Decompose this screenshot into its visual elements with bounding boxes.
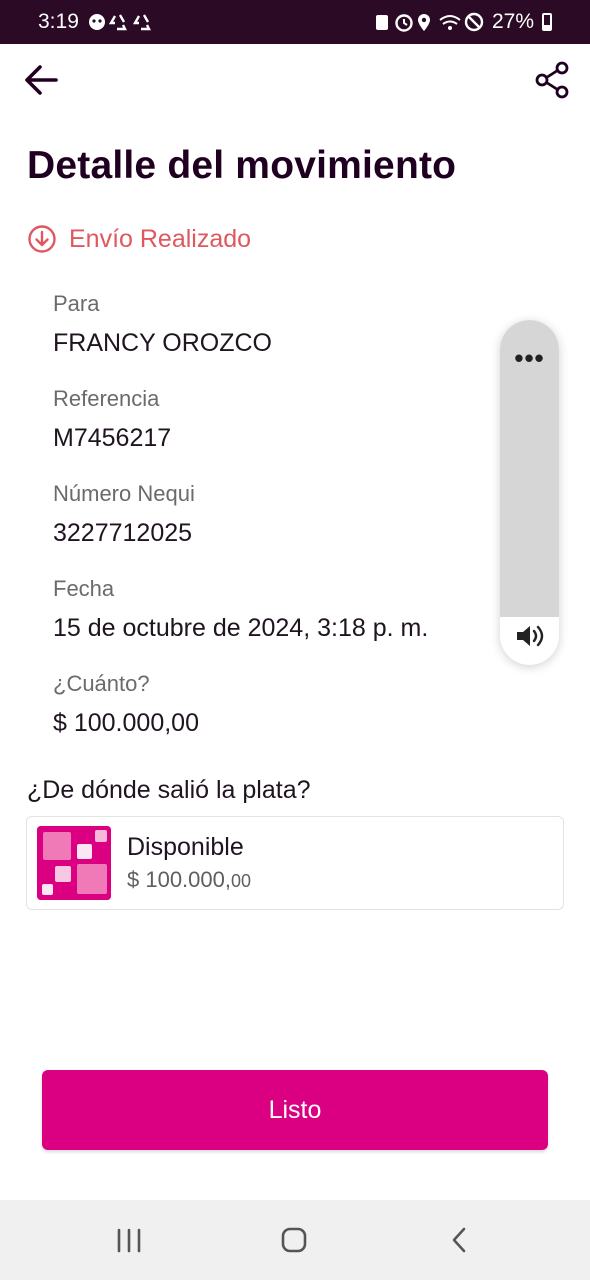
source-amount-cents: 00 xyxy=(230,871,252,891)
arrow-left-icon xyxy=(25,65,58,95)
source-name: Disponible xyxy=(127,833,244,861)
system-back-button[interactable] xyxy=(435,1220,485,1260)
source-card[interactable]: Disponible $ 100.000,00 xyxy=(26,816,564,910)
status-left: 3:19 xyxy=(38,10,155,34)
home-button[interactable] xyxy=(270,1220,320,1260)
battery-percent: 27% xyxy=(491,10,534,33)
status-bar: 3:19 27% xyxy=(0,0,590,44)
field-fecha: Fecha 15 de octubre de 2024, 3:18 p. m. xyxy=(53,575,428,645)
transaction-status-text: Envío Realizado xyxy=(69,224,252,253)
source-amount: $ 100.000,00 xyxy=(127,867,251,893)
field-label: Número Nequi xyxy=(53,481,195,506)
phone-number-value: 3227712025 xyxy=(53,519,193,547)
recipient-name: FRANCY OROZCO xyxy=(53,329,272,357)
back-chevron-icon xyxy=(452,1227,466,1253)
field-referencia: Referencia M7456217 xyxy=(53,385,171,455)
field-label: Referencia xyxy=(53,386,160,411)
field-label: Para xyxy=(53,291,100,316)
date-value: 15 de octubre de 2024, 3:18 p. m. xyxy=(53,614,429,642)
field-label: ¿Cuánto? xyxy=(53,671,150,696)
recent-apps-icon xyxy=(117,1228,141,1253)
arrow-down-circle-icon xyxy=(28,225,56,253)
source-amount-main: $ 100.000, xyxy=(127,867,231,892)
volume-icon[interactable] xyxy=(514,620,546,652)
field-label: Fecha xyxy=(53,576,115,601)
share-button[interactable] xyxy=(532,60,572,100)
system-nav-bar xyxy=(0,1200,590,1280)
notification-icons xyxy=(88,14,151,31)
field-cuanto: ¿Cuánto? $ 100.000,00 xyxy=(53,670,199,740)
recent-apps-button[interactable] xyxy=(105,1220,155,1260)
back-button[interactable] xyxy=(22,60,62,100)
volume-more-options-button[interactable]: ••• xyxy=(500,345,559,371)
reference-value: M7456217 xyxy=(53,424,172,452)
status-right: 27% xyxy=(374,10,552,34)
system-icons xyxy=(375,12,484,32)
source-section-title: ¿De dónde salió la plata? xyxy=(27,776,311,804)
volume-panel[interactable]: ••• xyxy=(500,320,559,665)
field-para: Para FRANCY OROZCO xyxy=(53,290,272,360)
battery-icon xyxy=(542,13,552,31)
done-button[interactable]: Listo xyxy=(42,1070,548,1150)
nequi-pocket-icon xyxy=(37,826,111,900)
amount-value: $ 100.000,00 xyxy=(53,709,199,737)
page-title: Detalle del movimiento xyxy=(27,144,457,187)
share-icon xyxy=(535,61,569,99)
transaction-status: Envío Realizado xyxy=(27,224,251,254)
field-numero-nequi: Número Nequi 3227712025 xyxy=(53,480,195,550)
status-time: 3:19 xyxy=(38,10,79,33)
home-icon xyxy=(281,1227,307,1253)
